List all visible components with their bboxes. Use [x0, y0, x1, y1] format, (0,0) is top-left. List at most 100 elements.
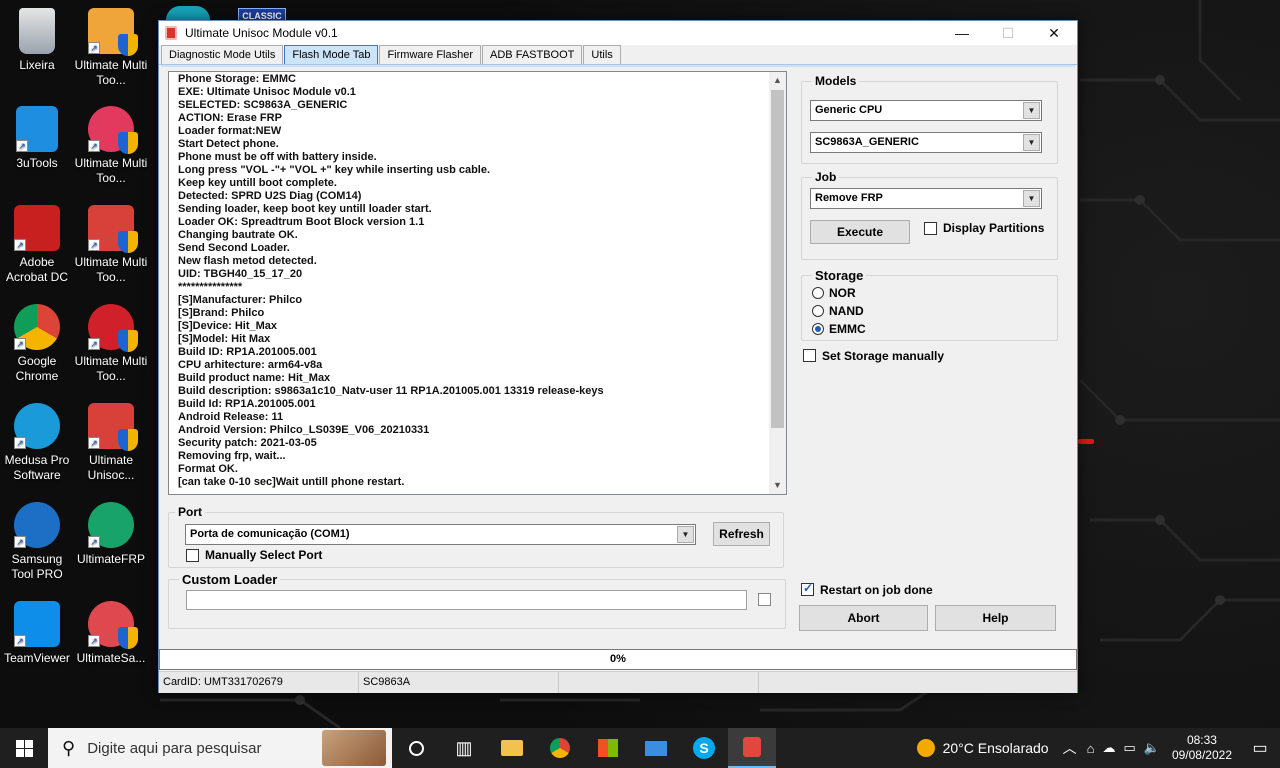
- scroll-up-icon[interactable]: ▲: [769, 72, 786, 89]
- desktop-icon-medusa[interactable]: ↗ Medusa Pro Software: [0, 403, 74, 483]
- desktop-icon-recycle-bin[interactable]: Lixeira: [0, 8, 74, 73]
- display-partitions-checkbox[interactable]: [924, 222, 937, 235]
- log-output[interactable]: Phone Storage: EMMC EXE: Ultimate Unisoc …: [168, 71, 787, 495]
- storage-radio-nand[interactable]: [812, 305, 824, 317]
- job-select[interactable]: Remove FRP ▼: [810, 188, 1042, 209]
- refresh-button[interactable]: Refresh: [713, 522, 770, 546]
- log-scrollbar[interactable]: ▲ ▼: [769, 72, 786, 494]
- shortcut-arrow-icon: ↗: [88, 42, 100, 54]
- desktop-icon-ultimatefrp[interactable]: ↗ UltimateFRP: [74, 502, 148, 567]
- tab-strip: Diagnostic Mode Utils Flash Mode Tab Fir…: [159, 45, 1077, 65]
- task-view-icon[interactable]: ▥: [440, 728, 488, 768]
- chevron-down-icon[interactable]: ▼: [677, 526, 694, 543]
- desktop-icon-ultimatesa[interactable]: ↗ UltimateSa...: [74, 601, 148, 666]
- storage-option-nand: NAND: [829, 304, 864, 318]
- storage-radio-emmc[interactable]: [812, 323, 824, 335]
- desktop-icon-label: Ultimate Unisoc...: [87, 453, 135, 482]
- chrome-taskbar-icon[interactable]: [536, 728, 584, 768]
- desktop-icon-label: UltimateFRP: [76, 552, 145, 566]
- window-title: Ultimate Unisoc Module v0.1: [185, 26, 338, 40]
- ultimate-unisoc-icon: ↗: [88, 403, 138, 451]
- app-window: Ultimate Unisoc Module v0.1 — ☐ ✕ Diagno…: [158, 20, 1078, 693]
- tab-diagnostic-mode-utils[interactable]: Diagnostic Mode Utils: [161, 45, 284, 64]
- acrobat-icon: ↗: [14, 205, 60, 251]
- ultimate-multi-tool-icon: ↗: [88, 106, 138, 154]
- teamviewer-icon: ↗: [14, 601, 60, 647]
- shield-icon: [118, 231, 138, 253]
- skype-icon[interactable]: S: [680, 728, 728, 768]
- volume-icon[interactable]: 🔈: [1144, 740, 1160, 756]
- desktop-icon-3utools[interactable]: ↗ 3uTools: [0, 106, 74, 171]
- tab-firmware-flasher[interactable]: Firmware Flasher: [379, 45, 482, 64]
- storage-radio-nor[interactable]: [812, 287, 824, 299]
- shortcut-arrow-icon: ↗: [16, 140, 28, 152]
- scroll-thumb[interactable]: [771, 90, 784, 428]
- set-storage-manually-label: Set Storage manually: [822, 349, 945, 363]
- desktop-icon-ultimate-2[interactable]: ↗ Ultimate Multi Too...: [74, 106, 148, 186]
- execute-button[interactable]: Execute: [810, 220, 910, 244]
- log-line: Android Release: 11: [178, 411, 284, 423]
- shortcut-arrow-icon: ↗: [88, 437, 100, 449]
- desktop-icon-ultimate-1[interactable]: ↗ Ultimate Multi Too...: [74, 8, 148, 88]
- shortcut-arrow-icon: ↗: [14, 437, 26, 449]
- log-lines: Phone Storage: EMMC EXE: Ultimate Unisoc …: [178, 73, 768, 489]
- desktop-icon-ultimate-3[interactable]: ↗ Ultimate Multi Too...: [74, 205, 148, 285]
- chevron-down-icon[interactable]: ▼: [1023, 102, 1040, 119]
- scroll-down-icon[interactable]: ▼: [769, 477, 786, 494]
- custom-loader-input[interactable]: [186, 590, 747, 610]
- custom-loader-checkbox[interactable]: [758, 593, 771, 606]
- tab-flash-mode[interactable]: Flash Mode Tab: [284, 45, 379, 64]
- network-icon[interactable]: ▭: [1123, 740, 1135, 756]
- chevron-down-icon[interactable]: ▼: [1023, 190, 1040, 207]
- log-line: Keep key untill boot complete.: [178, 177, 337, 189]
- title-bar[interactable]: Ultimate Unisoc Module v0.1 — ☐ ✕: [159, 21, 1077, 45]
- taskbar-search[interactable]: ⚲ Digite aqui para pesquisar: [48, 728, 392, 768]
- close-icon[interactable]: ✕: [1031, 21, 1077, 45]
- log-line: ACTION: Erase FRP: [178, 112, 282, 124]
- mail-icon[interactable]: [632, 728, 680, 768]
- chevron-down-icon[interactable]: ▼: [1023, 134, 1040, 151]
- medusa-pro-icon: ↗: [14, 403, 60, 449]
- log-line: Build product name: Hit_Max: [178, 372, 331, 384]
- restart-on-job-done-checkbox[interactable]: [801, 581, 814, 596]
- desktop-icon-teamviewer[interactable]: ↗ TeamViewer: [0, 601, 74, 666]
- models-group: Models Generic CPU ▼ SC9863A_GENERIC ▼: [801, 74, 1058, 164]
- desktop-icon-ultimate-4[interactable]: ↗ Ultimate Multi Too...: [74, 304, 148, 384]
- desktop-icon-chrome[interactable]: ↗ Google Chrome: [0, 304, 74, 384]
- cpu-select[interactable]: Generic CPU ▼: [810, 100, 1042, 121]
- app-icon: [165, 26, 177, 40]
- manually-select-port-checkbox[interactable]: [186, 549, 199, 562]
- tray-app-icon[interactable]: ⌂: [1087, 741, 1095, 756]
- minimize-icon[interactable]: —: [939, 21, 985, 45]
- file-explorer-icon[interactable]: [488, 728, 536, 768]
- desktop-icon-acrobat[interactable]: ↗ Adobe Acrobat DC: [0, 205, 74, 285]
- help-button[interactable]: Help: [935, 605, 1056, 631]
- store-icon[interactable]: [584, 728, 632, 768]
- weather-text[interactable]: 20°C Ensolarado: [943, 740, 1049, 756]
- log-line: EXE: Ultimate Unisoc Module v0.1: [178, 86, 356, 98]
- set-storage-manually-checkbox[interactable]: [803, 349, 816, 362]
- cortana-icon[interactable]: [392, 728, 440, 768]
- tray-chevron-up-icon[interactable]: ︿: [1063, 738, 1077, 758]
- abort-button[interactable]: Abort: [799, 605, 928, 631]
- onedrive-icon[interactable]: ☁: [1102, 740, 1115, 756]
- desktop-icon-label: Medusa Pro Software: [4, 453, 70, 482]
- display-partitions-label: Display Partitions: [943, 221, 1045, 235]
- port-select[interactable]: Porta de comunicação (COM1) ▼: [185, 524, 696, 545]
- shortcut-arrow-icon: ↗: [14, 239, 26, 251]
- desktop-icon-ultimate-unisoc[interactable]: ↗ Ultimate Unisoc...: [74, 403, 148, 483]
- log-line: Sending loader, keep boot key untill loa…: [178, 203, 432, 215]
- clock[interactable]: 08:33 09/08/2022: [1164, 733, 1240, 763]
- start-button[interactable]: [0, 728, 48, 768]
- tab-utils[interactable]: Utils: [583, 45, 621, 64]
- log-line: ***************: [178, 281, 243, 293]
- custom-loader-group: Custom Loader: [168, 572, 786, 629]
- windows-logo-icon: [15, 739, 33, 757]
- desktop-icon-partial[interactable]: [166, 6, 210, 20]
- tab-adb-fastboot[interactable]: ADB FASTBOOT: [482, 45, 583, 64]
- custom-loader-label: Custom Loader: [179, 572, 281, 587]
- notifications-icon[interactable]: ▭: [1240, 738, 1280, 758]
- ultimate-unisoc-taskbar-icon[interactable]: [728, 728, 776, 768]
- model-select[interactable]: SC9863A_GENERIC ▼: [810, 132, 1042, 153]
- desktop-icon-samsung-tool[interactable]: ↗ Samsung Tool PRO: [0, 502, 74, 582]
